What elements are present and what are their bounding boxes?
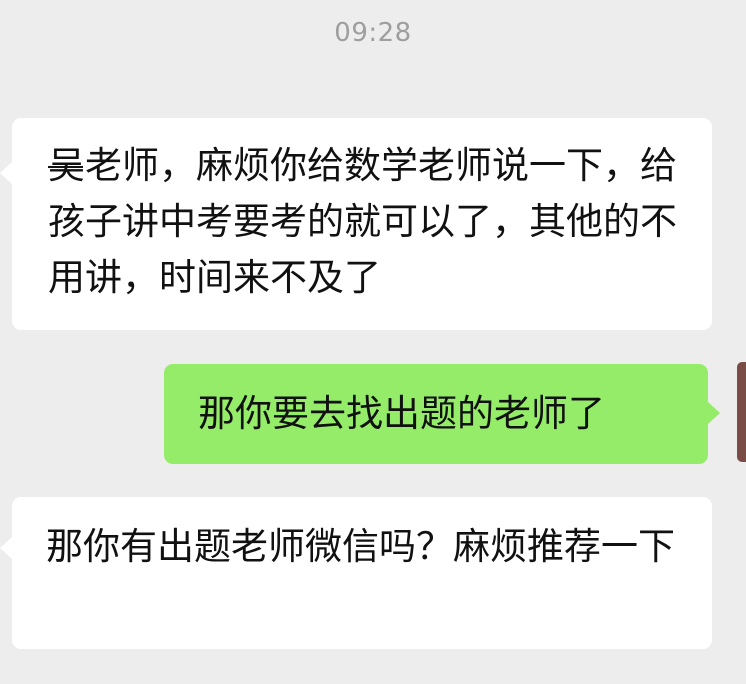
outgoing-message-bubble[interactable]: 那你要去找出题的老师了 <box>164 364 720 464</box>
bubble-tail <box>708 402 720 424</box>
bubble-tail <box>0 162 12 184</box>
message-text: 那你有出题老师微信吗？麻烦推荐一下 <box>46 525 675 568</box>
message-text: 那你要去找出题的老师了 <box>198 392 605 435</box>
incoming-message-bubble[interactable]: 那你有出题老师微信吗？麻烦推荐一下 <box>0 497 712 649</box>
bubble-tail <box>0 537 12 559</box>
message-timestamp: 09:28 <box>334 18 412 48</box>
avatar[interactable] <box>737 362 746 462</box>
incoming-message-bubble[interactable]: 吴老师，麻烦你给数学老师说一下，给孩子讲中考要考的就可以了，其他的不用讲，时间来… <box>0 118 712 330</box>
obscured-name-char: 吴 <box>48 138 85 194</box>
message-text: 老师，麻烦你给数学老师说一下，给孩子讲中考要考的就可以了，其他的不用讲，时间来不… <box>48 144 677 299</box>
